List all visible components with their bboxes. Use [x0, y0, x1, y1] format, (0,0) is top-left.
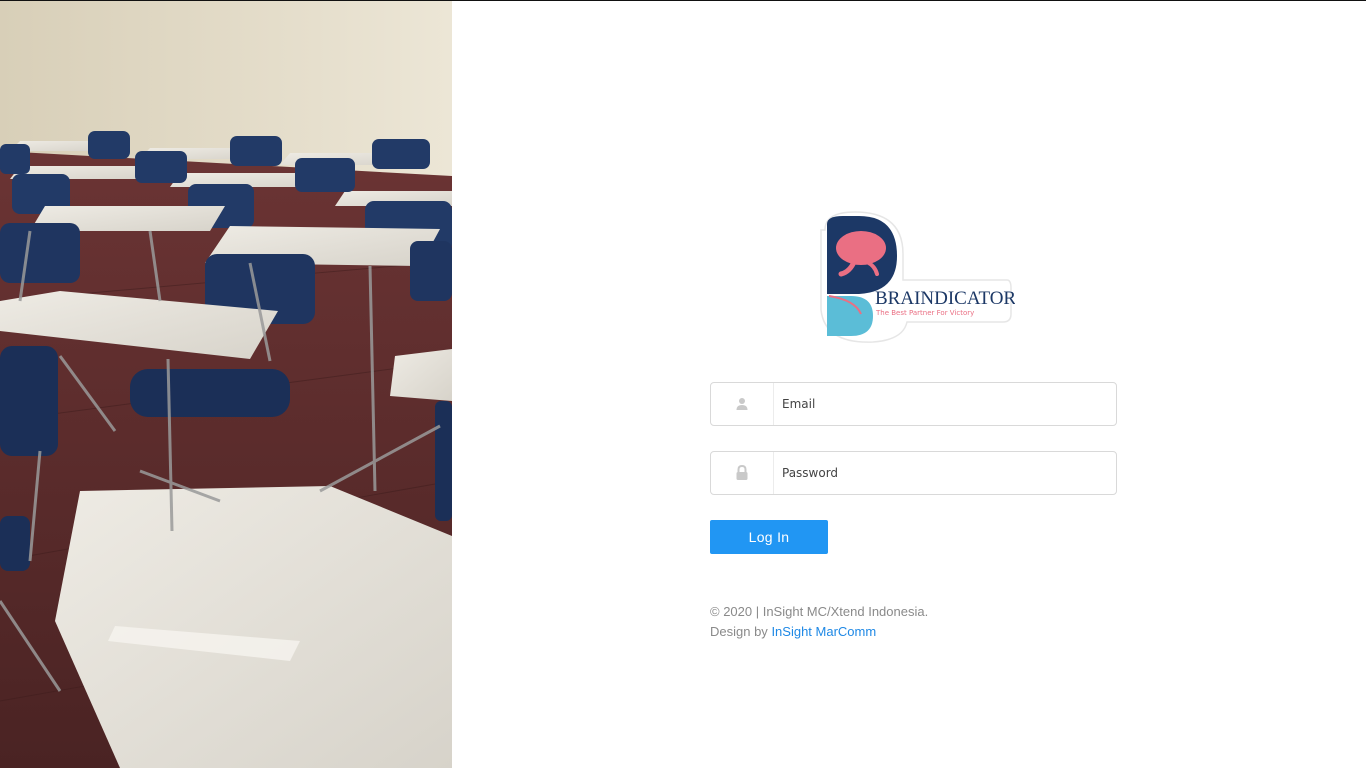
- copyright-text: © 2020 | InSight MC/Xtend Indonesia.: [710, 604, 929, 619]
- design-by-label: Design by: [710, 624, 768, 639]
- email-input[interactable]: [774, 383, 1112, 425]
- braindicator-logo: BRAINDICATOR The Best Partner For Victor…: [815, 210, 1016, 346]
- lock-icon: [711, 452, 774, 494]
- password-input[interactable]: [774, 452, 1112, 494]
- insight-marcomm-link[interactable]: InSight MarComm: [771, 624, 876, 639]
- background-photo: [0, 1, 452, 768]
- password-field[interactable]: [710, 451, 1117, 495]
- classroom-illustration: [0, 1, 452, 768]
- logo-brand-text: BRAINDICATOR: [875, 288, 1015, 309]
- login-button[interactable]: Log In: [710, 520, 828, 554]
- design-credit: Design by InSight MarComm: [710, 622, 1110, 642]
- email-field[interactable]: [710, 382, 1117, 426]
- logo-tagline-text: The Best Partner For Victory: [875, 309, 974, 317]
- user-icon: [711, 383, 774, 425]
- footer: © 2020 | InSight MC/Xtend Indonesia. Des…: [710, 602, 1110, 642]
